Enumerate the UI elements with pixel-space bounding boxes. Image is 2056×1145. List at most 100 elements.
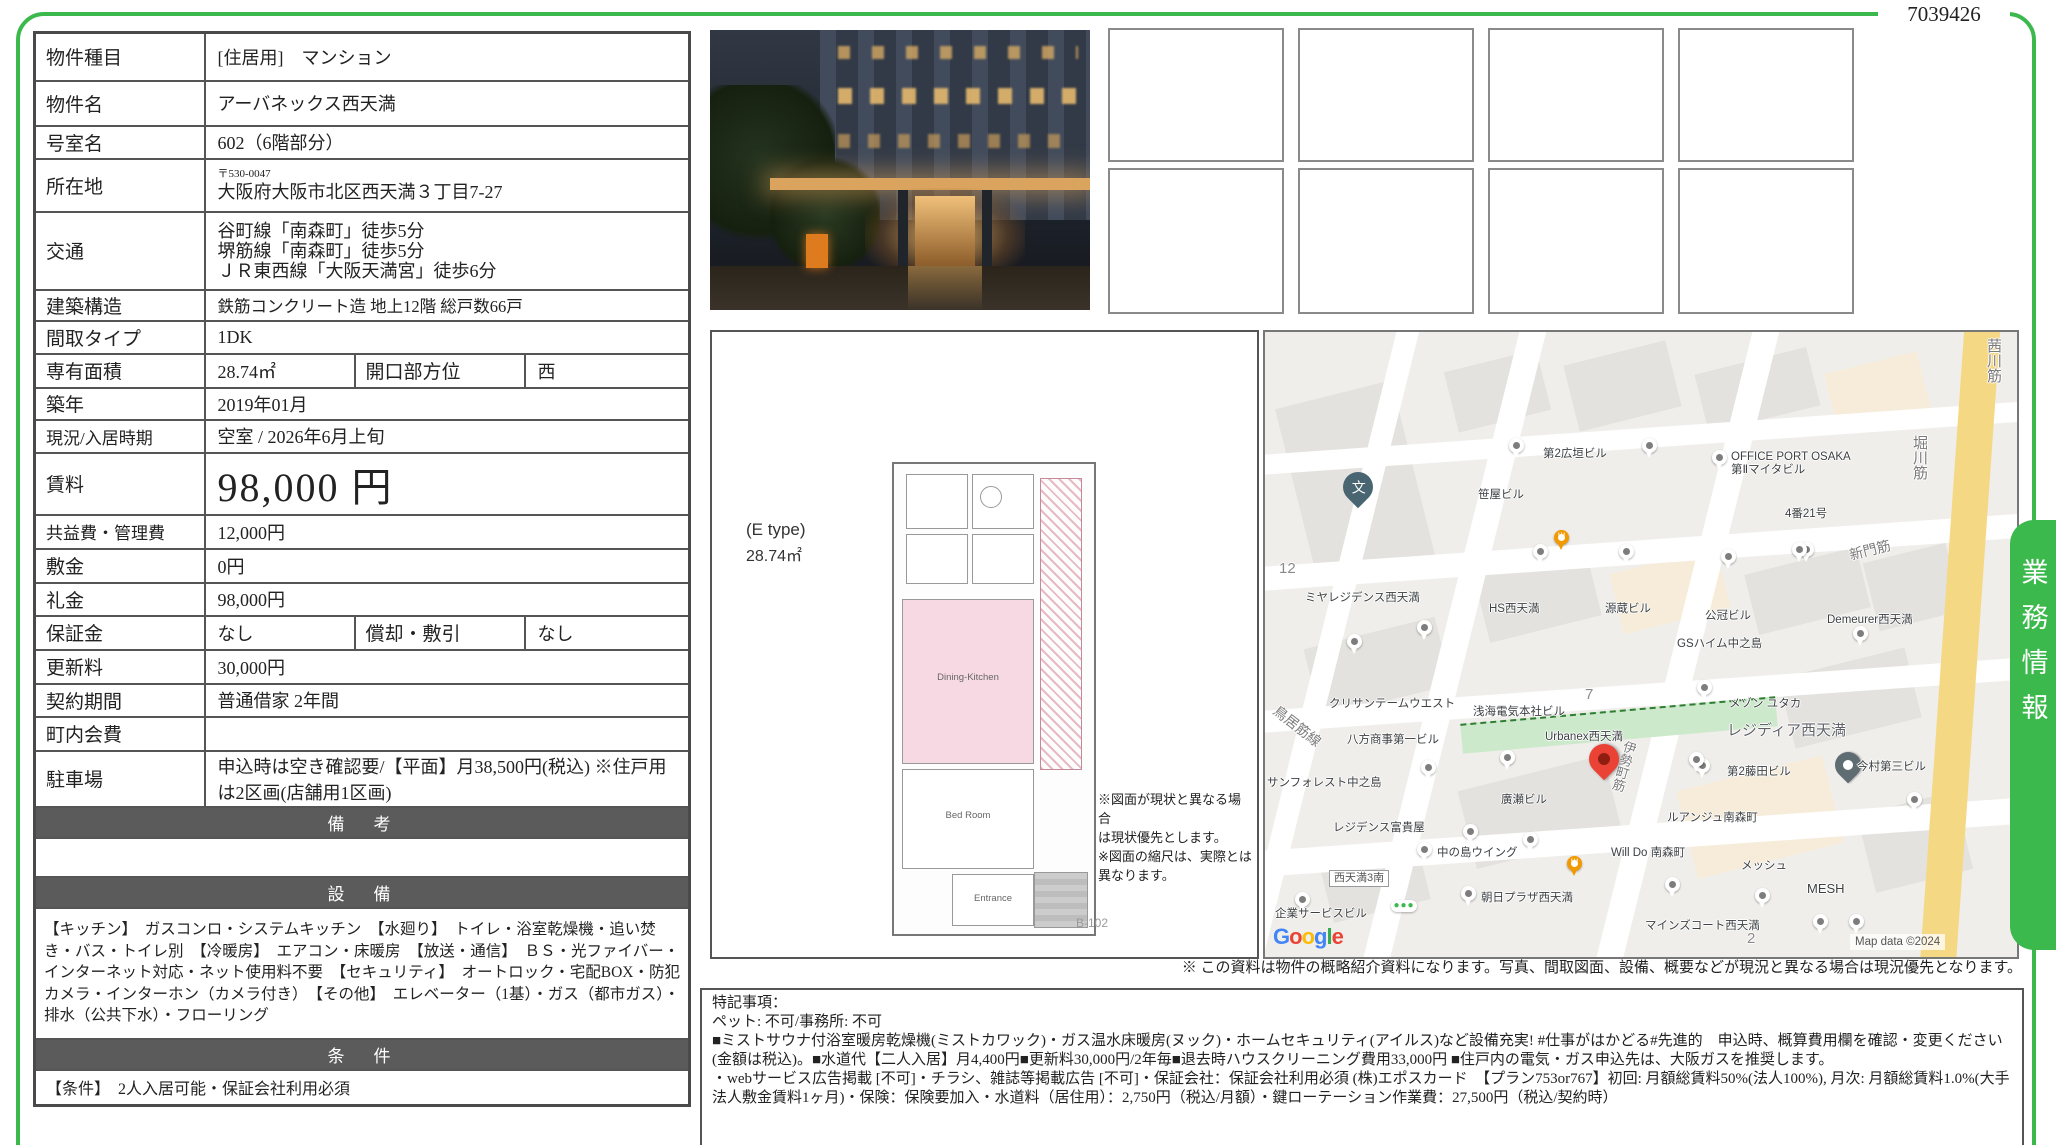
guarantee-value: なし — [205, 616, 355, 650]
structure-value: 鉄筋コンクリート造 地上12階 総戸数66戸 — [205, 290, 690, 321]
area-value: 28.74㎡ — [205, 354, 355, 388]
row-town-fee: 町内会費 — [35, 717, 690, 751]
floorplan-toilet — [906, 534, 968, 584]
map-pin — [1642, 438, 1657, 453]
business-info-tab-label: 業務情報 — [2014, 558, 2053, 738]
map-number-label: 12 — [1279, 562, 1296, 575]
restaurant-pin: Ψ — [1567, 856, 1582, 871]
row-conditions: 【条件】 2人入居可能・保証会社利用必須 — [35, 1070, 690, 1106]
photo-placeholder-box — [1298, 28, 1474, 162]
map-pin — [1853, 626, 1868, 641]
map-pin — [1813, 914, 1828, 929]
layout-value: 1DK — [205, 321, 690, 354]
map-label: マインズコート西天満 — [1645, 920, 1760, 933]
photo-placeholder-box — [1488, 28, 1664, 162]
map-label: Urbanex西天満 — [1545, 731, 1623, 744]
built-value: 2019年01月 — [205, 388, 690, 420]
map-label: Demeurer西天満 — [1827, 614, 1913, 627]
row-status: 現況/入居時期 空室 / 2026年6月上旬 — [35, 420, 690, 453]
row-key-money: 礼金 98,000円 — [35, 583, 690, 616]
map-label: 今村第三ビル — [1857, 761, 1926, 774]
photo-lit-windows — [838, 46, 1078, 59]
town-fee-label: 町内会費 — [35, 717, 205, 751]
row-guarantee: 保証金 なし 償却・敷引 なし — [35, 616, 690, 650]
map-label: 西天満3南 — [1329, 870, 1389, 887]
row-property-name: 物件名 アーバネックス西天満 — [35, 81, 690, 126]
property-type-label: 物件種目 — [35, 33, 205, 81]
rent-amount: 98,000 円 — [218, 465, 394, 510]
floorplan-panel: (E type) 28.74㎡ Dining-Kitchen Bed Room … — [710, 330, 1259, 959]
row-deposit: 敷金 0円 — [35, 549, 690, 583]
map-pin — [1347, 634, 1362, 649]
special-notes-block: 特記事項： ペット: 不可/事務所: 不可 ■ミストサウナ付浴室暖房乾燥機(ミス… — [700, 988, 2024, 1145]
map-label: MESH — [1807, 882, 1845, 895]
row-access: 交通 谷町線「南森町」徒歩5分 堺筋線「南森町」徒歩5分 ＪＲ東西線「大阪天満宮… — [35, 212, 690, 290]
map-label: ミヤレジデンス西天満 — [1305, 592, 1420, 605]
row-structure: 建築構造 鉄筋コンクリート造 地上12階 総戸数66戸 — [35, 290, 690, 321]
address-value: 〒530-0047 大阪府大阪市北区西天満３丁目7-27 — [205, 159, 690, 212]
map-label: 朝日プラザ西天満 — [1481, 892, 1573, 905]
map-label: 4番21号 — [1785, 508, 1827, 521]
map-label: メッシュ — [1741, 860, 1787, 873]
map-label: Will Do 南森町 — [1611, 847, 1685, 860]
map-label: ルアンジュ南森町 — [1667, 812, 1758, 825]
photo-placeholder-box — [1298, 168, 1474, 314]
map-label: レジディア西天満 — [1727, 724, 1846, 737]
photo-pillar — [898, 190, 908, 270]
row-area: 専有面積 28.74㎡ 開口部方位 西 — [35, 354, 690, 388]
common-fee-label: 共益費・管理費 — [35, 515, 205, 549]
map-label: サンフォレスト中之島 — [1267, 777, 1382, 790]
map-pin — [1461, 886, 1476, 901]
business-info-tab[interactable]: 業務情報 — [2010, 520, 2056, 950]
conditions-value: 【条件】 2人入居可能・保証会社利用必須 — [35, 1070, 690, 1106]
special-notes-title: 特記事項： — [712, 994, 2012, 1013]
map-pin — [1697, 680, 1712, 695]
floorplan-bedroom-label: Bed Room — [903, 810, 1033, 821]
renewal-fee-value: 30,000円 — [205, 650, 690, 684]
map-pin — [1665, 877, 1680, 892]
map-label: 第2藤田ビル — [1727, 766, 1791, 779]
map-label: 廣瀬ビル — [1501, 794, 1547, 807]
photo-sign — [806, 234, 828, 268]
map-pin — [1463, 824, 1478, 839]
area-label: 専有面積 — [35, 354, 205, 388]
map-label: 八方商事第一ビル — [1347, 734, 1439, 747]
special-notes-para2: ・webサービス広告掲載 [不可]・チラシ、雑誌等掲載広告 [不可]・保証会社：… — [712, 1070, 2012, 1108]
photo-pillar — [982, 190, 992, 270]
map-pin — [1712, 450, 1727, 465]
floorplan-hall — [972, 534, 1034, 584]
map-pin — [1295, 892, 1310, 907]
row-parking: 駐車場 申込時は空き確認要/【平面】月38,500円(税込) ※住戸用は2区画(… — [35, 751, 690, 807]
opening-direction-label: 開口部方位 — [355, 354, 525, 388]
map-label: クリサンテームウエスト — [1329, 698, 1455, 711]
map-street-label: 堀川筋 — [1913, 435, 1926, 480]
map-label: 笹屋ビル — [1478, 489, 1524, 502]
row-common-fee: 共益費・管理費 12,000円 — [35, 515, 690, 549]
access-label: 交通 — [35, 212, 205, 290]
map-pin — [1417, 842, 1432, 857]
floorplan-bathroom — [906, 474, 968, 529]
photo-placeholder-box — [1108, 28, 1284, 162]
common-fee-value: 12,000円 — [205, 515, 690, 549]
property-sheet-page: 7039426 業務情報 物件種目 [住居用] マンション 物件名 アーバネック… — [0, 0, 2056, 1145]
map-pin — [1849, 914, 1864, 929]
contract-label: 契約期間 — [35, 684, 205, 717]
map-label: HS西天満 — [1489, 603, 1539, 616]
photo-placeholder-box — [1108, 168, 1284, 314]
address-text: 大阪府大阪市北区西天満３丁目7-27 — [218, 181, 685, 203]
floorplan-type-label: (E type) — [746, 520, 806, 540]
row-rent: 賃料 98,000 円 — [35, 453, 690, 515]
floorplan-washer-icon — [980, 486, 1002, 508]
room-no-value: 602（6階部分） — [205, 126, 690, 159]
amortization-label: 償却・敷引 — [355, 616, 525, 650]
map-street-label: 茜川筋 — [1987, 338, 2000, 383]
parking-value: 申込時は空き確認要/【平面】月38,500円(税込) ※住戸用は2区画(店舗用1… — [205, 751, 690, 807]
map-pin — [1689, 752, 1704, 767]
map-label: 第2広垣ビル — [1543, 448, 1607, 461]
row-remarks — [35, 838, 690, 877]
row-equipment-header: 設 備 — [35, 877, 690, 908]
map-pin — [1792, 542, 1807, 557]
traffic-light-icon: ●●● — [1391, 900, 1417, 912]
contract-value: 普通借家 2年間 — [205, 684, 690, 717]
map-pin — [1755, 888, 1770, 903]
